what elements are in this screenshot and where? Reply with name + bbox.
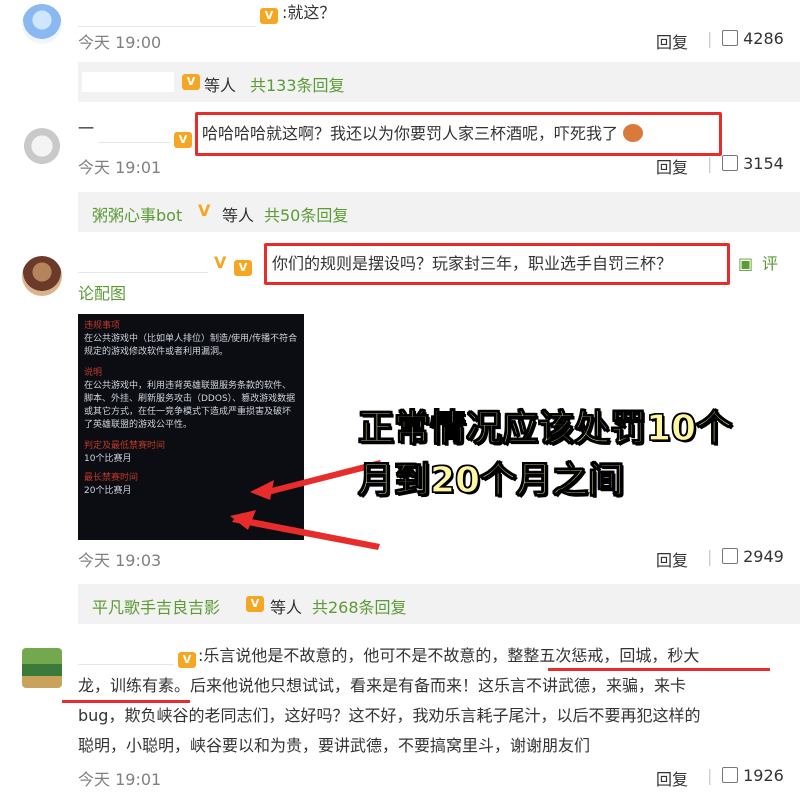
thumb-up-icon [722, 767, 738, 783]
like-count: 1926 [743, 766, 784, 785]
divider: | [707, 29, 713, 48]
like-button[interactable]: 1926 [722, 766, 784, 785]
thumb-up-icon [722, 30, 738, 46]
overlay-text-line2: 月到20个月之间 [357, 459, 625, 501]
like-count: 2949 [743, 547, 784, 566]
vip-badge-icon: V [234, 256, 252, 276]
reply-button[interactable]: 回复 [656, 29, 688, 53]
vip-badge-icon: V [178, 648, 196, 668]
comment-image-link-b[interactable]: 论配图 [78, 279, 126, 309]
comment-time: 今天 19:03 [78, 551, 162, 570]
image-section-body: 在公共游戏中，利用违背英雄联盟服务条款的软件、脚本、外挂、刷新服务攻击（DDOS… [84, 381, 296, 430]
like-button[interactable]: 4286 [722, 29, 784, 48]
like-button[interactable]: 3154 [722, 154, 784, 173]
avatar[interactable] [22, 128, 62, 168]
comment-image-link-a[interactable]: 评 [762, 249, 778, 279]
username-prefix[interactable]: 一 [78, 114, 94, 144]
divider: | [707, 766, 713, 785]
vip-badge-icon: V [182, 74, 200, 90]
reply-button[interactable]: 回复 [656, 547, 688, 571]
username-redacted[interactable] [78, 642, 174, 665]
red-underline [62, 700, 190, 703]
reply-middle: 等人 [204, 76, 237, 95]
avatar[interactable] [22, 4, 62, 44]
reply-summary[interactable]: 平凡歌手吉良吉影 V 等人 共268条回复 [78, 584, 800, 624]
like-button[interactable]: 2949 [722, 547, 784, 566]
image-section-title: 违规事项 [84, 321, 121, 331]
red-underline [548, 668, 770, 671]
comment-text-line3: bug，欺负峡谷的老同志们，这好吗？这不好，我劝乐言耗子尾汁，以后不要再犯这样的 [78, 706, 701, 725]
comment-text-line1: :乐言说他是不故意的，他可不是不故意的，整整五次惩戒，回城，秒大 [198, 646, 700, 665]
comment-text-line4: 聪明，小聪明，峡谷要以和为贵，要讲武德，不要搞窝里斗，谢谢朋友们 [78, 736, 591, 755]
avatar[interactable] [22, 648, 62, 688]
vip-badge-icon: V [260, 4, 278, 24]
avatar[interactable] [22, 256, 62, 296]
reply-button[interactable]: 回复 [656, 154, 688, 178]
replier-name-redacted[interactable] [82, 72, 174, 92]
image-section-body: 在公共游戏中（比如单人排位）制造/使用/传播不符合规定的游戏修改软件或者利用漏洞… [84, 334, 298, 357]
reply-count-link[interactable]: 共268条回复 [312, 594, 407, 618]
comment-text-line2: 龙，训练有素。后来他说他只想试试，看来是有备而来！这乐言不讲武德，来骗，来卡 [78, 676, 687, 695]
reply-summary[interactable]: V 等人 共133条回复 [78, 62, 800, 102]
verified-v-icon: V [214, 253, 227, 272]
replier-name[interactable]: 粥粥心事bot [92, 202, 182, 226]
reply-button[interactable]: 回复 [656, 766, 688, 790]
reply-count-link[interactable]: 共50条回复 [264, 202, 348, 226]
vip-badge-icon: V [246, 596, 264, 612]
divider: | [707, 154, 713, 173]
overlay-text-line1: 正常情况应该处罚10个 [357, 407, 733, 449]
like-count: 4286 [743, 29, 784, 48]
comment-time: 今天 19:01 [78, 158, 162, 177]
red-arrow-1-head [250, 480, 274, 500]
comment-text: 哈哈哈哈就这啊？我还以为你要罚人家三杯酒呢，吓死我了 [202, 119, 644, 149]
comment-text: :就这？ [282, 3, 336, 22]
image-icon: ▣ [738, 254, 754, 273]
image-section-title: 说明 [84, 368, 103, 378]
reply-middle: 等人 [222, 206, 255, 225]
reply-middle: 等人 [270, 598, 303, 617]
thumb-up-icon [722, 155, 738, 171]
comment-time: 今天 19:01 [78, 770, 162, 789]
vip-badge-icon: V [174, 128, 192, 148]
like-count: 3154 [743, 154, 784, 173]
reply-summary[interactable]: 粥粥心事bot V 等人 共50条回复 [78, 192, 800, 232]
username-redacted[interactable] [78, 4, 256, 27]
comment-time: 今天 19:00 [78, 33, 162, 52]
red-arrow-2 [232, 516, 380, 550]
scared-emoji-icon [623, 124, 644, 142]
comment-text: 你们的规则是摆设吗？玩家封三年，职业选手自罚三杯？ [272, 254, 673, 273]
replier-name[interactable]: 平凡歌手吉良吉影 [92, 594, 220, 618]
username-redacted[interactable] [98, 120, 170, 143]
divider: | [707, 547, 713, 566]
reply-count-link[interactable]: 共133条回复 [250, 72, 345, 96]
username-redacted[interactable] [78, 250, 208, 273]
thumb-up-icon [722, 548, 738, 564]
verified-v-icon: V [198, 201, 211, 220]
